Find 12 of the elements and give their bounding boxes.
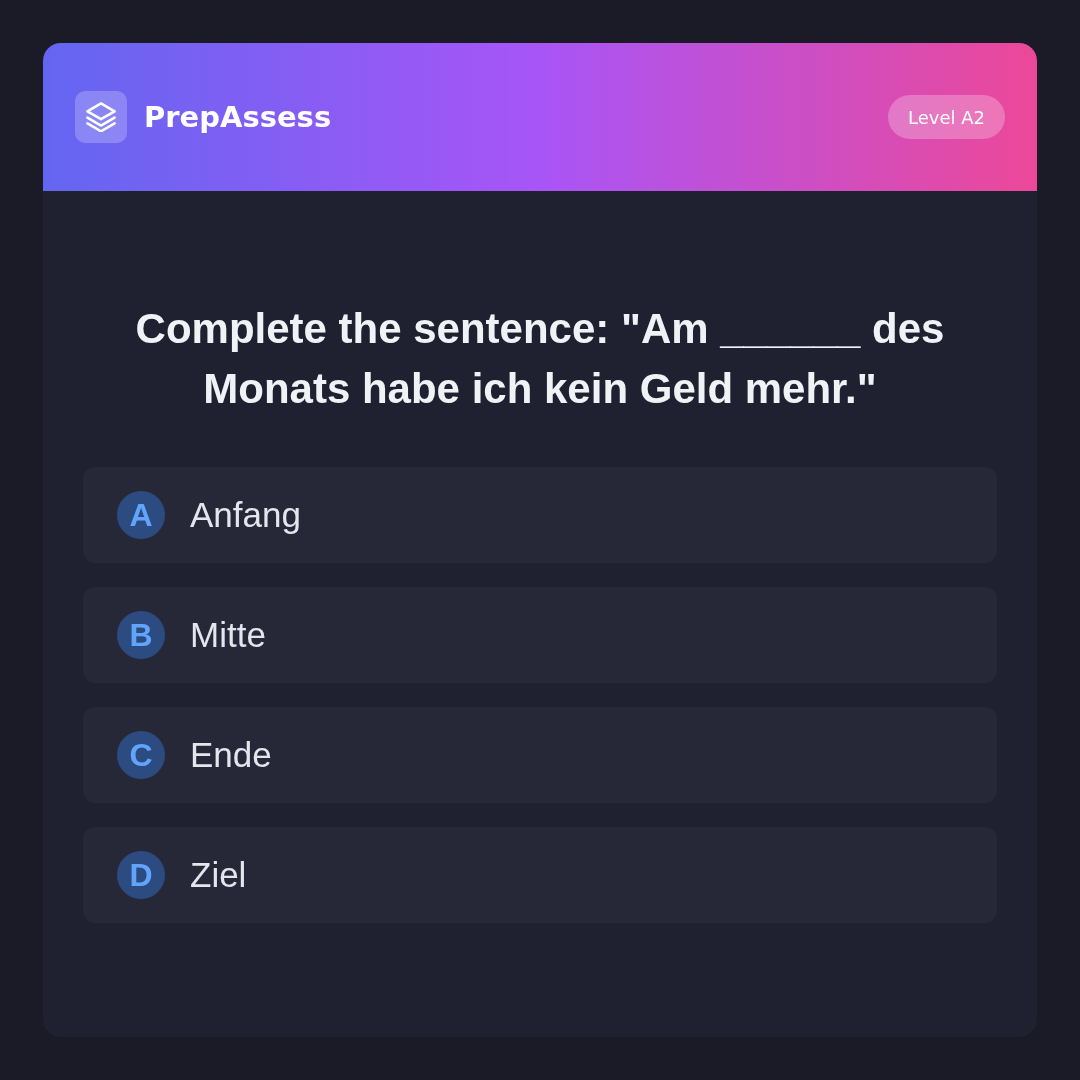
level-badge: Level A2 [888,95,1005,139]
option-letter: B [117,611,165,659]
answer-option[interactable]: D Ziel [83,827,997,923]
option-letter: D [117,851,165,899]
answer-option[interactable]: C Ende [83,707,997,803]
layers-icon [75,91,127,143]
answer-option[interactable]: A Anfang [83,467,997,563]
brand-name: PrepAssess [144,100,332,134]
answer-option[interactable]: B Mitte [83,587,997,683]
question-text: Complete the sentence: "Am ______ des Monats habe ich kein Geld mehr." [134,304,946,414]
option-letter: C [117,731,165,779]
option-letter: A [117,491,165,539]
